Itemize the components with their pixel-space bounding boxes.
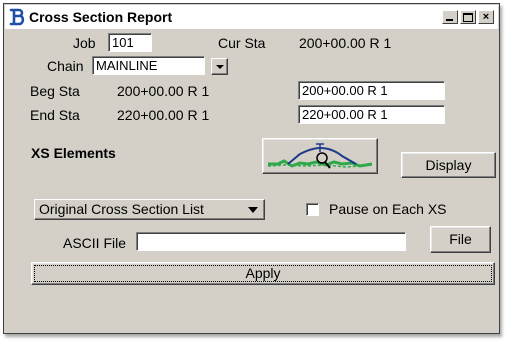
close-icon[interactable]: × — [478, 10, 494, 24]
cross-section-report-dialog: Cross Section Report × Job 101 Cur Sta 2… — [3, 3, 500, 334]
window-title: Cross Section Report — [29, 9, 173, 25]
ascii-file-label: ASCII File — [63, 235, 127, 251]
end-sta-field[interactable]: 220+00.00 R 1 — [298, 105, 445, 124]
pause-checkbox[interactable] — [306, 203, 319, 216]
chain-label: Chain — [47, 58, 84, 74]
chain-dropdown-button[interactable] — [211, 58, 228, 75]
chevron-down-icon — [216, 65, 224, 69]
beg-sta-field[interactable]: 200+00.00 R 1 — [298, 81, 445, 100]
end-sta-label: End Sta — [30, 107, 80, 123]
apply-button[interactable]: Apply — [31, 262, 495, 285]
xs-elements-button[interactable] — [262, 138, 378, 174]
beg-sta-value: 200+00.00 R 1 — [117, 83, 210, 99]
minimize-icon[interactable] — [442, 10, 458, 24]
cur-sta-label: Cur Sta — [218, 35, 266, 51]
job-field[interactable]: 101 — [108, 33, 152, 52]
chevron-down-icon — [248, 207, 258, 213]
pause-checkbox-label: Pause on Each XS — [329, 201, 447, 217]
file-button[interactable]: File — [430, 226, 491, 253]
title-bar[interactable]: Cross Section Report × — [5, 5, 498, 29]
display-button[interactable]: Display — [401, 152, 496, 178]
cross-section-icon — [267, 143, 373, 169]
beg-sta-label: Beg Sta — [30, 83, 80, 99]
ascii-file-field[interactable] — [136, 232, 406, 251]
cur-sta-value: 200+00.00 R 1 — [299, 35, 392, 51]
cross-section-list-value: Original Cross Section List — [39, 201, 204, 217]
xs-elements-label: XS Elements — [31, 145, 116, 161]
maximize-icon[interactable] — [460, 10, 476, 24]
chain-field[interactable]: MAINLINE — [92, 56, 205, 75]
end-sta-value: 220+00.00 R 1 — [117, 107, 210, 123]
bentley-b-icon — [8, 8, 26, 26]
job-label: Job — [73, 35, 96, 51]
cross-section-list-select[interactable]: Original Cross Section List — [34, 199, 265, 220]
